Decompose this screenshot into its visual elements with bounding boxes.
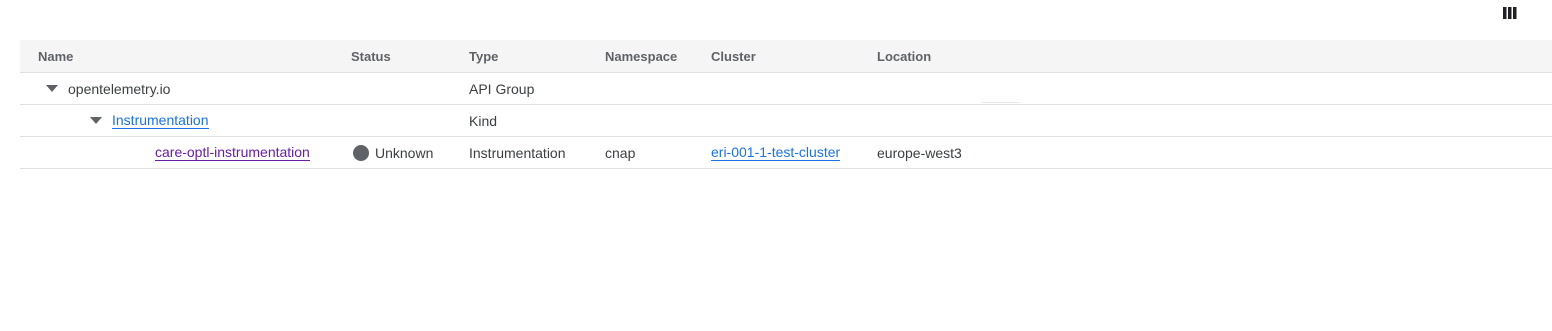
- header-namespace[interactable]: Namespace: [605, 40, 677, 72]
- collapse-arrow-icon[interactable]: [90, 117, 102, 124]
- table-row-resource: care-optl-instrumentation Unknown Instru…: [20, 137, 1552, 169]
- header-name[interactable]: Name: [38, 40, 73, 72]
- location-cell: europe-west3: [877, 144, 962, 161]
- resource-browser: Name Status Type Namespace Cluster Locat…: [0, 0, 1552, 331]
- status-unknown-icon: [353, 144, 369, 161]
- type-cell: Kind: [469, 112, 498, 129]
- status-text: Unknown: [375, 144, 434, 161]
- cluster-link[interactable]: eri-001-1-test-cluster: [711, 144, 841, 161]
- cluster-cell: eri-001-1-test-cluster: [711, 137, 841, 168]
- status-cell: Unknown: [353, 137, 433, 168]
- type-cell: API Group: [469, 80, 535, 97]
- kind-link[interactable]: Instrumentation: [112, 112, 209, 129]
- header-status[interactable]: Status: [351, 40, 391, 72]
- column-display-icon-graphic: [1503, 7, 1517, 19]
- table-header: Name Status Type Namespace Cluster Locat…: [20, 40, 1552, 73]
- column-resize-handle[interactable]: [982, 102, 1020, 103]
- api-group-name: opentelemetry.io: [68, 80, 171, 97]
- table-row-kind: Instrumentation Kind: [20, 105, 1552, 137]
- name-cell: opentelemetry.io: [46, 73, 170, 104]
- header-cluster[interactable]: Cluster: [711, 40, 756, 72]
- collapse-arrow-icon[interactable]: [46, 85, 58, 92]
- namespace-cell: cnap: [605, 144, 636, 161]
- resource-link[interactable]: care-optl-instrumentation: [155, 144, 310, 161]
- resources-table: Name Status Type Namespace Cluster Locat…: [20, 40, 1552, 169]
- column-display-icon[interactable]: [1503, 6, 1517, 20]
- table-row-api-group: opentelemetry.io API Group: [20, 73, 1552, 105]
- header-location[interactable]: Location: [877, 40, 931, 72]
- header-type[interactable]: Type: [469, 40, 498, 72]
- name-cell: Instrumentation: [90, 105, 209, 136]
- type-cell: Instrumentation: [469, 144, 566, 161]
- name-cell: care-optl-instrumentation: [155, 137, 310, 168]
